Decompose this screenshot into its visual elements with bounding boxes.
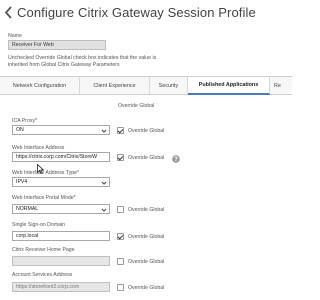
web-interface-portal-mode-select[interactable]: NORMAL	[12, 204, 110, 214]
tab-remote[interactable]: Re	[270, 77, 292, 95]
tab-published-applications[interactable]: Published Applications	[188, 77, 270, 95]
web-interface-address-override-checkbox[interactable]	[117, 154, 124, 161]
ica-proxy-value: ON	[16, 127, 24, 133]
web-interface-portal-mode-override-label: Override Global	[128, 207, 165, 213]
page-title: Configure Citrix Gateway Session Profile	[17, 5, 256, 20]
citrix-receiver-home-page-override-label: Override Global	[128, 259, 165, 265]
page-header: Configure Citrix Gateway Session Profile	[0, 0, 292, 26]
chevron-down-icon	[101, 181, 107, 185]
citrix-receiver-home-page-override-checkbox[interactable]	[117, 258, 124, 265]
tab-security[interactable]: Security	[150, 77, 188, 95]
web-interface-address-type-value: IPV4	[16, 179, 28, 185]
citrix-receiver-home-page-label: Citrix Receiver Home Page	[12, 247, 75, 253]
tab-client-experience[interactable]: Client Experience	[80, 77, 150, 95]
tab-network-configuration[interactable]: Network Configuration	[0, 77, 80, 95]
web-interface-address-input[interactable]: https://citrix.corp.com/Citrix/StoreW	[12, 152, 110, 162]
web-interface-address-type-select[interactable]: IPV4	[12, 177, 110, 187]
ica-proxy-override-label: Override Global	[128, 128, 165, 134]
chevron-down-icon	[101, 208, 107, 212]
single-sign-on-domain-label: Single Sign-on Domain	[12, 222, 66, 228]
account-services-address-override-checkbox[interactable]	[117, 284, 124, 291]
web-interface-address-type-label: Web Interface Address Type*	[12, 170, 79, 176]
name-field: Receiver For Web	[8, 40, 106, 50]
name-label: Name	[8, 33, 22, 39]
web-interface-portal-mode-value: NORMAL	[16, 206, 39, 212]
single-sign-on-domain-override-label: Override Global	[128, 234, 165, 240]
single-sign-on-domain-override-checkbox[interactable]	[117, 233, 124, 240]
citrix-receiver-home-page-input[interactable]	[12, 256, 110, 266]
svg-text:?: ?	[174, 157, 178, 163]
web-interface-portal-mode-override-checkbox[interactable]	[117, 206, 124, 213]
override-info-text: Unchecked Override Global check box indi…	[8, 55, 157, 68]
ica-proxy-override-checkbox[interactable]	[117, 127, 124, 134]
help-icon[interactable]: ?	[172, 155, 180, 163]
account-services-address-label: Account Services Address	[12, 272, 73, 278]
override-global-column-header: Override Global	[118, 103, 155, 109]
ica-proxy-select[interactable]: ON	[12, 125, 110, 135]
tab-bar: Network Configuration Client Experience …	[0, 76, 292, 95]
web-interface-address-override-label: Override Global	[128, 155, 165, 161]
single-sign-on-domain-input[interactable]: corp.local	[12, 231, 110, 241]
web-interface-address-label: Web Interface Address	[12, 145, 65, 151]
account-services-address-override-label: Override Global	[128, 285, 165, 291]
back-arrow-icon[interactable]	[4, 6, 14, 19]
ica-proxy-label: ICA Proxy*	[12, 118, 38, 124]
web-interface-portal-mode-label: Web Interface Portal Mode*	[12, 195, 76, 201]
chevron-down-icon	[101, 129, 107, 133]
account-services-address-input[interactable]: https://storefront2.corp.com	[12, 282, 110, 292]
